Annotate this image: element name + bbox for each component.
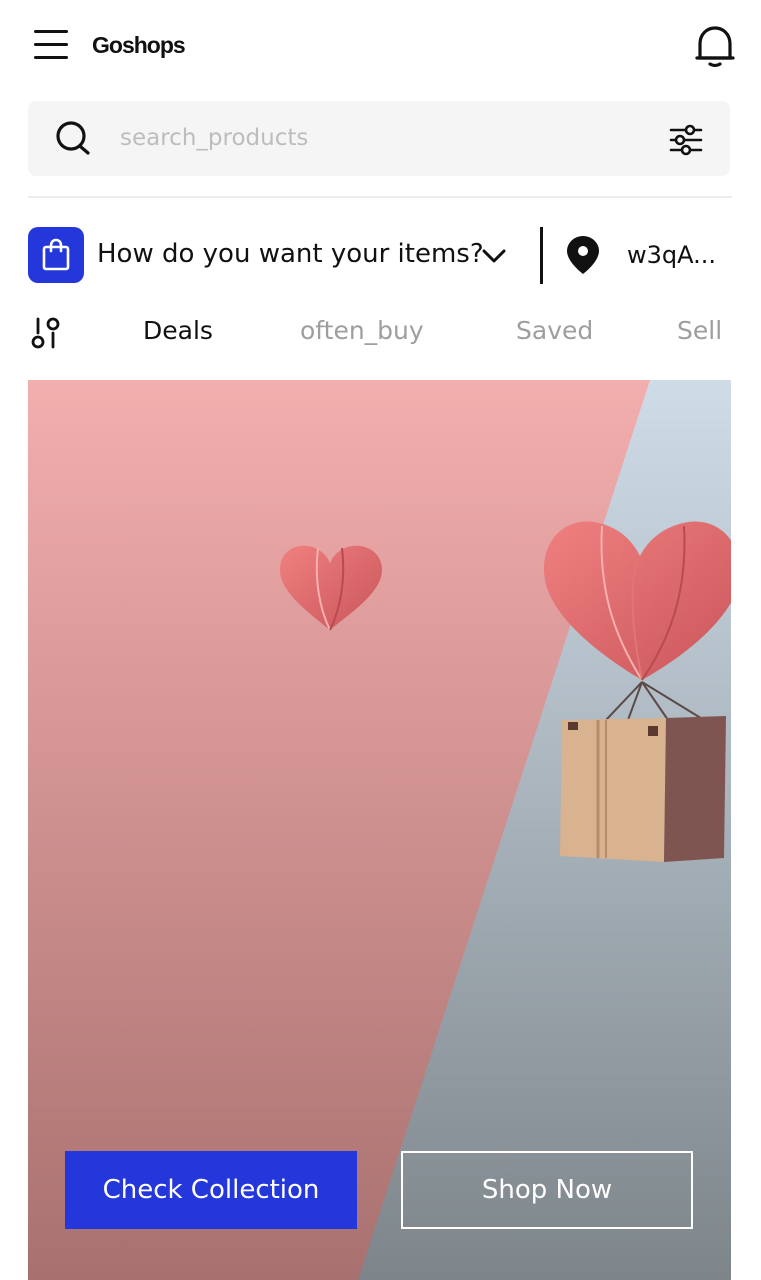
delivery-address[interactable]: w3qA... <box>627 241 716 269</box>
bell-icon[interactable] <box>694 24 736 70</box>
sort-filter-icon[interactable] <box>30 316 62 350</box>
sliders-icon[interactable] <box>666 120 706 160</box>
app-header: Goshops <box>0 0 761 92</box>
cardboard-box <box>560 716 726 862</box>
banner-illustration <box>28 380 731 1280</box>
search-input[interactable] <box>120 118 640 158</box>
hamburger-menu-icon[interactable] <box>34 28 70 62</box>
shopping-bag-icon <box>42 238 70 271</box>
delivery-prompt[interactable]: How do you want your items? <box>97 239 484 269</box>
promo-banner[interactable]: Check Collection Shop Now <box>28 380 731 1280</box>
map-pin-icon[interactable] <box>564 234 602 276</box>
shop-now-button[interactable]: Shop Now <box>401 1151 693 1229</box>
header-divider <box>28 196 732 198</box>
brand-logo: Goshops <box>92 32 186 58</box>
chevron-down-icon[interactable] <box>478 240 510 272</box>
tab-deals[interactable]: Deals <box>143 316 213 345</box>
search-icon <box>56 121 90 155</box>
tab-often-buy[interactable]: often_buy <box>300 316 424 345</box>
delivery-separator <box>540 227 543 284</box>
tab-saved[interactable]: Saved <box>516 316 593 345</box>
check-collection-button[interactable]: Check Collection <box>65 1151 357 1229</box>
tab-sell[interactable]: Sell <box>677 316 731 345</box>
